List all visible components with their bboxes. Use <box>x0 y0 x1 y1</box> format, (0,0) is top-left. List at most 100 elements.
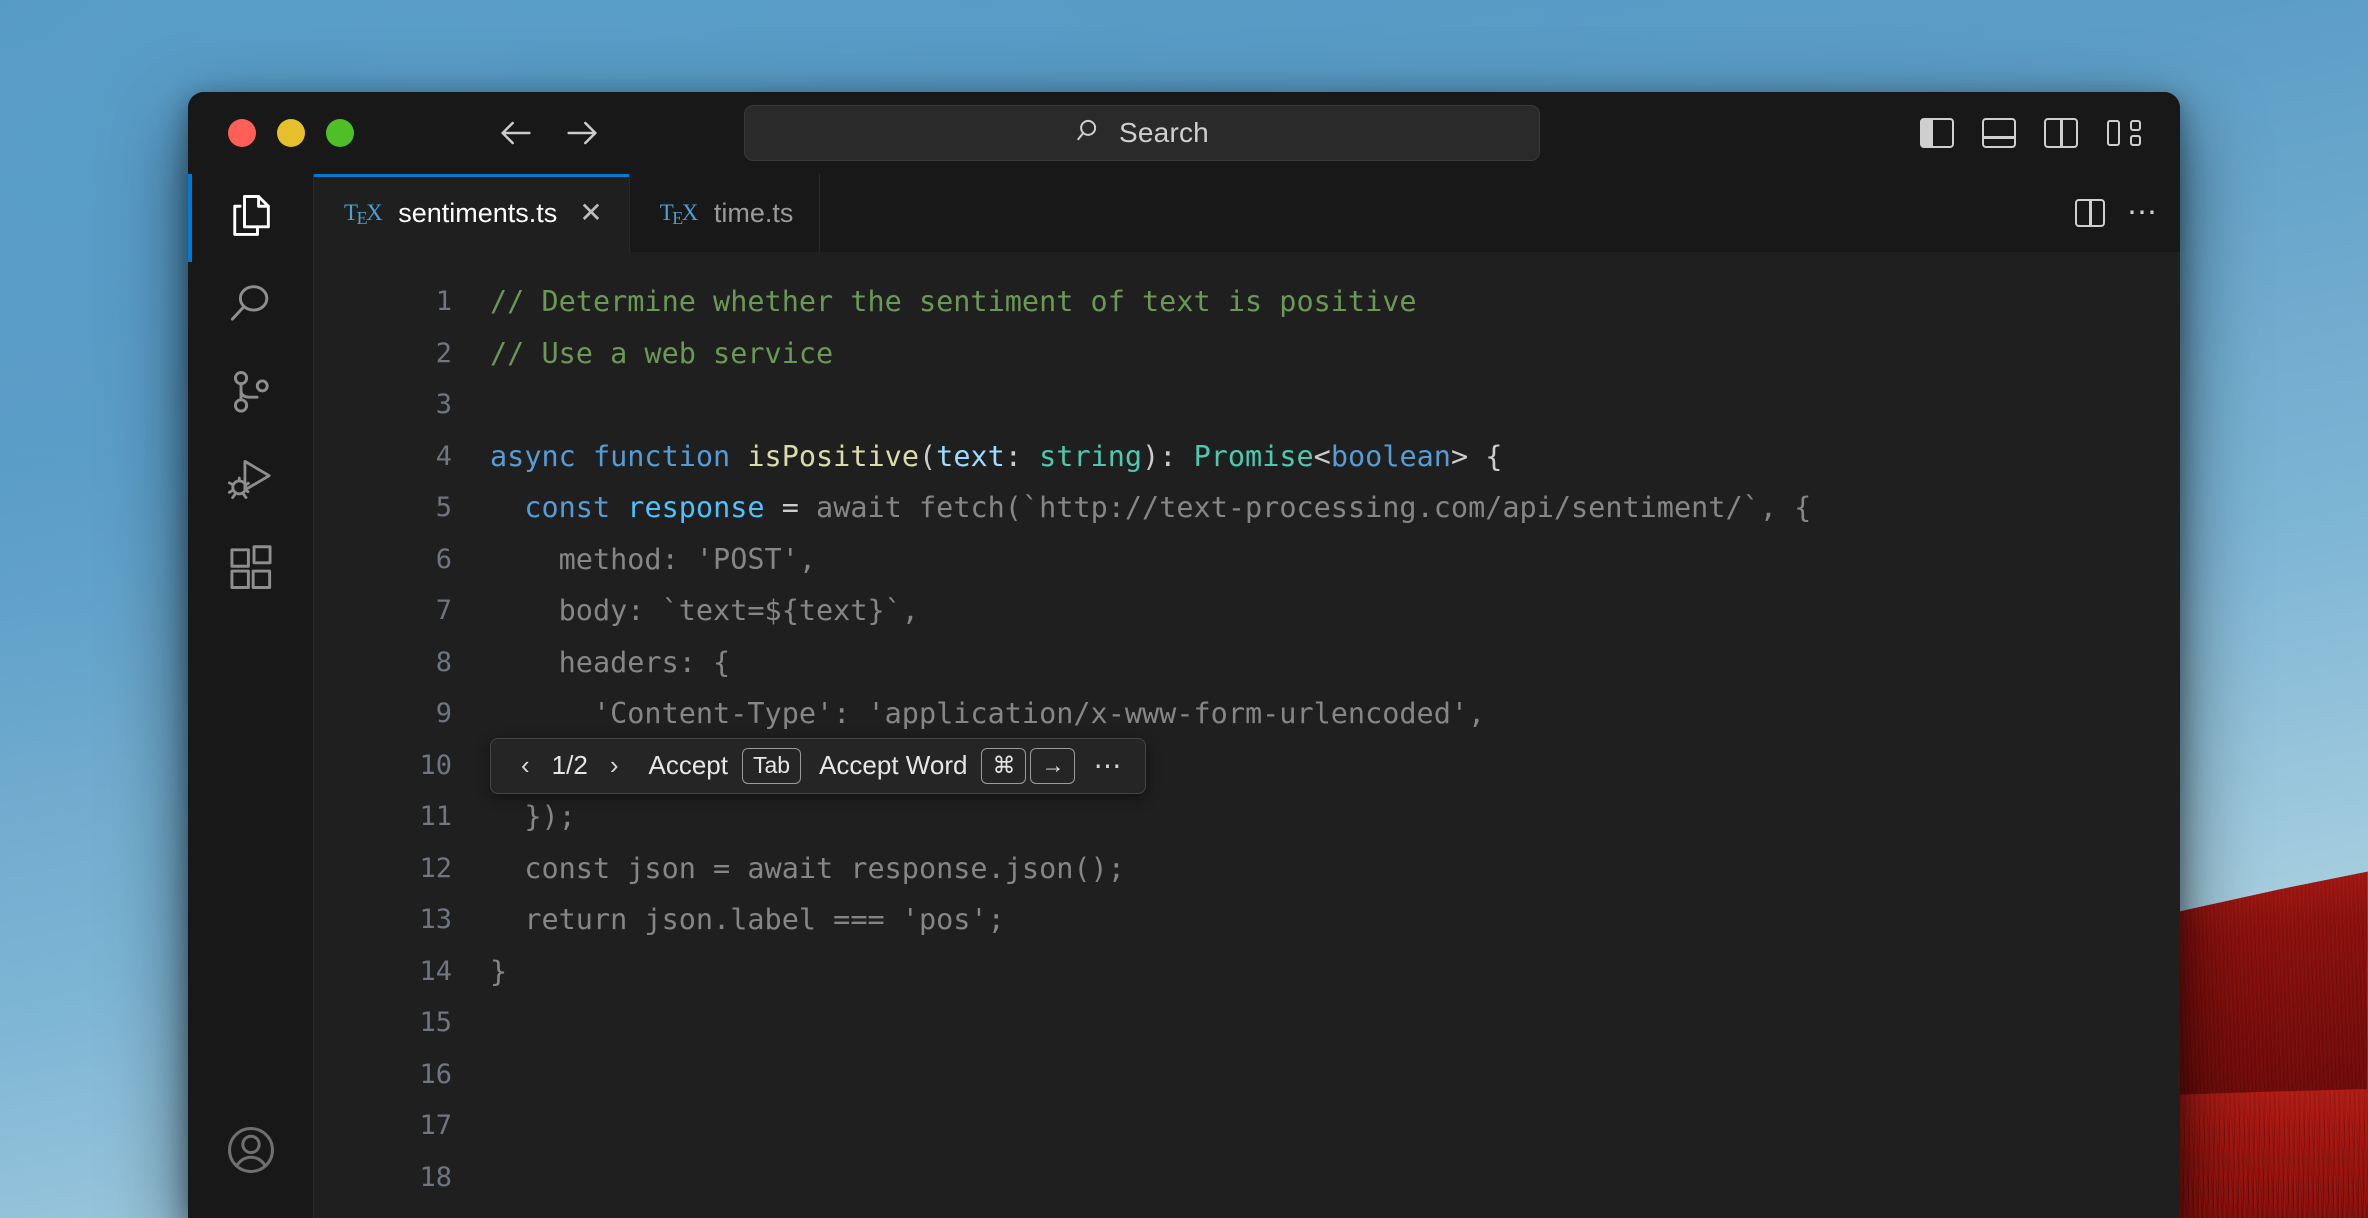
code-token: text <box>936 439 1005 473</box>
sidebar-item-search[interactable] <box>188 262 314 350</box>
line-number: 13 <box>419 904 452 935</box>
search-label: Search <box>1119 117 1209 148</box>
code-token: const <box>524 491 628 524</box>
code-line-text[interactable]: 'Content-Type': 'application/x-www-form-… <box>490 688 1485 740</box>
code-line-text[interactable]: }); <box>490 791 576 843</box>
code-token: async <box>490 439 593 473</box>
sidebar-item-source-control[interactable] <box>188 350 314 438</box>
code-line-text[interactable]: // Use a web service <box>490 328 833 380</box>
code-token: response <box>627 491 765 524</box>
line-number: 15 <box>419 1007 452 1038</box>
files-icon <box>225 190 277 247</box>
code-line-text[interactable]: headers: { <box>490 637 731 689</box>
editor-tab-actions: ⋯ <box>2075 174 2180 252</box>
line-number: 16 <box>419 1058 452 1090</box>
traffic-lights <box>188 119 354 147</box>
tab-sentiments-ts[interactable]: TEX sentiments.ts ✕ <box>314 174 630 252</box>
tex-icon: TEX <box>344 200 383 228</box>
code-token: } <box>490 954 508 988</box>
line-number: 11 <box>419 801 452 832</box>
ellipsis-icon[interactable]: ⋯ <box>1075 752 1127 780</box>
line-number: 17 <box>419 1110 452 1141</box>
layout-controls <box>1920 118 2142 148</box>
next-suggestion-icon[interactable]: › <box>598 740 631 792</box>
line-number: 3 <box>435 389 452 420</box>
account-icon <box>223 1122 279 1183</box>
code-token: function <box>592 439 748 473</box>
line-number: 4 <box>435 440 452 472</box>
inline-suggestion-toolbar: ‹ 1/2 › Accept Tab Accept Word ⌘ → ⋯ <box>490 738 1147 794</box>
minimize-window-button[interactable] <box>277 119 305 147</box>
code-line: 3 <box>314 379 2180 431</box>
code-token: > { <box>1450 439 1503 473</box>
line-number: 12 <box>419 852 452 884</box>
search-icon <box>1075 116 1105 151</box>
accept-key-tab[interactable]: Tab <box>742 747 802 785</box>
line-number: 5 <box>435 492 452 523</box>
line-number: 8 <box>435 646 452 678</box>
accept-word-label[interactable]: Accept Word <box>801 740 981 792</box>
toggle-primary-sidebar-icon[interactable] <box>1920 118 1954 148</box>
extensions-icon <box>225 542 277 599</box>
customize-layout-icon[interactable] <box>2106 118 2142 148</box>
navigation-arrows <box>496 113 602 153</box>
workbench-body: TEX sentiments.ts ✕ TEX time.ts ⋯ 1 // De… <box>188 174 2180 1218</box>
code-line: 12 const json = await response.json(); <box>314 843 2180 895</box>
close-window-button[interactable] <box>228 119 256 147</box>
sidebar-item-explorer[interactable] <box>188 174 314 262</box>
command-center-search[interactable]: Search <box>744 105 1540 161</box>
code-token: = <box>764 491 817 524</box>
code-line: 11 }); <box>314 791 2180 843</box>
code-line-text[interactable]: // Determine whether the sentiment of te… <box>490 276 1417 328</box>
code-line-text[interactable]: return json.label === 'pos'; <box>490 894 1005 946</box>
code-line: 6 method: 'POST', <box>314 534 2180 586</box>
accept-word-key-command[interactable]: ⌘ <box>981 747 1027 785</box>
maximize-window-button[interactable] <box>326 119 354 147</box>
sidebar-item-accounts[interactable] <box>188 1108 314 1196</box>
code-token: // Determine whether the sentiment of te… <box>490 285 1417 318</box>
code-token: const json = await response.json(); <box>490 851 1125 885</box>
code-token: isPositive <box>747 439 919 473</box>
ellipsis-icon[interactable]: ⋯ <box>2127 198 2158 228</box>
line-number: 7 <box>435 595 452 626</box>
code-line-text[interactable]: const response = await fetch(`http://tex… <box>490 482 1811 534</box>
search-icon <box>225 278 277 335</box>
suggestion-counter: 1/2 <box>551 750 588 781</box>
code-token: return json.label === 'pos'; <box>490 903 1005 936</box>
code-token: await fetch(`http://text-processing.com/… <box>816 491 1812 524</box>
code-token: boolean <box>1330 439 1451 473</box>
code-token: method: 'POST', <box>490 542 817 576</box>
accept-word-key-right-arrow[interactable]: → <box>1030 747 1076 785</box>
code-line-text[interactable]: const json = await response.json(); <box>490 843 1125 895</box>
toggle-panel-icon[interactable] <box>1982 118 2016 148</box>
code-line: 2 // Use a web service <box>314 328 2180 380</box>
close-icon[interactable]: ✕ <box>579 199 602 227</box>
forward-arrow-icon[interactable] <box>562 113 602 153</box>
sidebar-item-extensions[interactable] <box>188 526 314 614</box>
back-arrow-icon[interactable] <box>496 113 536 153</box>
code-editor[interactable]: 1 // Determine whether the sentiment of t… <box>314 252 2180 1218</box>
tab-time-ts[interactable]: TEX time.ts <box>629 174 821 252</box>
code-line-text[interactable]: body: `text=${text}`, <box>490 585 919 637</box>
code-line: 5 const response = await fetch(`http://t… <box>314 482 2180 534</box>
code-token: string <box>1039 439 1143 473</box>
code-line-text[interactable]: } <box>490 946 507 998</box>
code-line: 4 async function isPositive(text: string)… <box>314 431 2180 483</box>
code-token: // Use a web service <box>490 336 834 370</box>
split-editor-icon[interactable] <box>2075 199 2105 227</box>
previous-suggestion-icon[interactable]: ‹ <box>509 740 542 792</box>
code-line-text[interactable]: method: 'POST', <box>490 534 816 586</box>
code-token: }); <box>490 800 576 833</box>
line-number: 6 <box>435 543 452 575</box>
code-token: ): <box>1142 439 1194 473</box>
accept-label[interactable]: Accept <box>631 740 743 792</box>
editor-tabbar: TEX sentiments.ts ✕ TEX time.ts ⋯ <box>314 174 2180 252</box>
code-line: 14} <box>314 946 2180 998</box>
sidebar-item-run-and-debug[interactable] <box>188 438 314 526</box>
code-line: 9 'Content-Type': 'application/x-www-for… <box>314 688 2180 740</box>
code-token: 'Content-Type': 'application/x-www-form-… <box>490 697 1486 730</box>
line-number: 9 <box>435 698 452 729</box>
toggle-secondary-sidebar-icon[interactable] <box>2044 118 2078 148</box>
code-line-text[interactable]: async function isPositive(text: string):… <box>490 431 1502 483</box>
